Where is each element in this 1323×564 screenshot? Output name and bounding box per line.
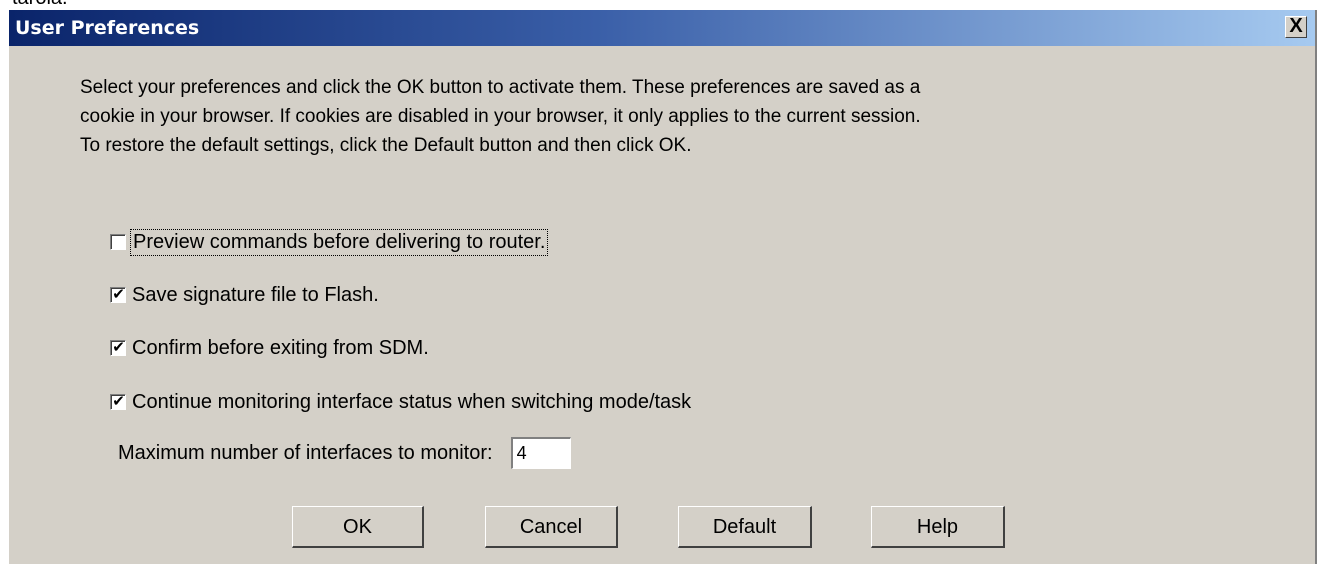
instructions-line: cookie in your browser. If cookies are d… (80, 106, 921, 127)
background-page-fragment: tarola. (0, 0, 1323, 10)
checkmark-icon: ✔ (112, 393, 125, 410)
title-bar[interactable]: User Preferences X (9, 10, 1315, 46)
save-signature-label[interactable]: Save signature file to Flash. (132, 284, 379, 307)
option-continue-monitoring[interactable]: ✔ Continue monitoring interface status w… (110, 389, 691, 415)
continue-monitoring-label[interactable]: Continue monitoring interface status whe… (132, 391, 691, 414)
confirm-exit-checkbox[interactable]: ✔ (110, 339, 126, 356)
help-button[interactable]: Help (871, 506, 1005, 548)
user-preferences-dialog: User Preferences X Select your preferenc… (8, 10, 1317, 564)
option-confirm-exit[interactable]: ✔ Confirm before exiting from SDM. (110, 335, 429, 361)
preview-commands-label[interactable]: Preview commands before delivering to ro… (129, 228, 549, 256)
option-preview-commands[interactable]: Preview commands before delivering to ro… (110, 228, 549, 256)
ok-button[interactable]: OK (292, 506, 424, 548)
max-interfaces-input[interactable] (510, 437, 571, 469)
instructions-line: Select your preferences and click the OK… (80, 77, 921, 98)
background-text: tarola. (12, 0, 68, 8)
confirm-exit-label[interactable]: Confirm before exiting from SDM. (132, 337, 429, 360)
continue-monitoring-checkbox[interactable]: ✔ (110, 393, 126, 410)
option-save-signature[interactable]: ✔ Save signature file to Flash. (110, 282, 379, 308)
close-icon: X (1289, 15, 1303, 37)
cancel-button[interactable]: Cancel (485, 506, 618, 548)
close-button[interactable]: X (1285, 15, 1307, 38)
instructions-text: Select your preferences and click the OK… (80, 73, 1300, 160)
save-signature-checkbox[interactable]: ✔ (110, 286, 126, 303)
instructions-line: To restore the default settings, click t… (80, 135, 692, 156)
checkmark-icon: ✔ (112, 339, 125, 356)
max-interfaces-label: Maximum number of interfaces to monitor: (118, 441, 493, 464)
max-interfaces-row: Maximum number of interfaces to monitor: (118, 436, 571, 470)
default-button[interactable]: Default (678, 506, 812, 548)
checkmark-icon: ✔ (112, 286, 125, 303)
preview-commands-checkbox[interactable] (110, 234, 126, 250)
window-title: User Preferences (15, 17, 200, 39)
